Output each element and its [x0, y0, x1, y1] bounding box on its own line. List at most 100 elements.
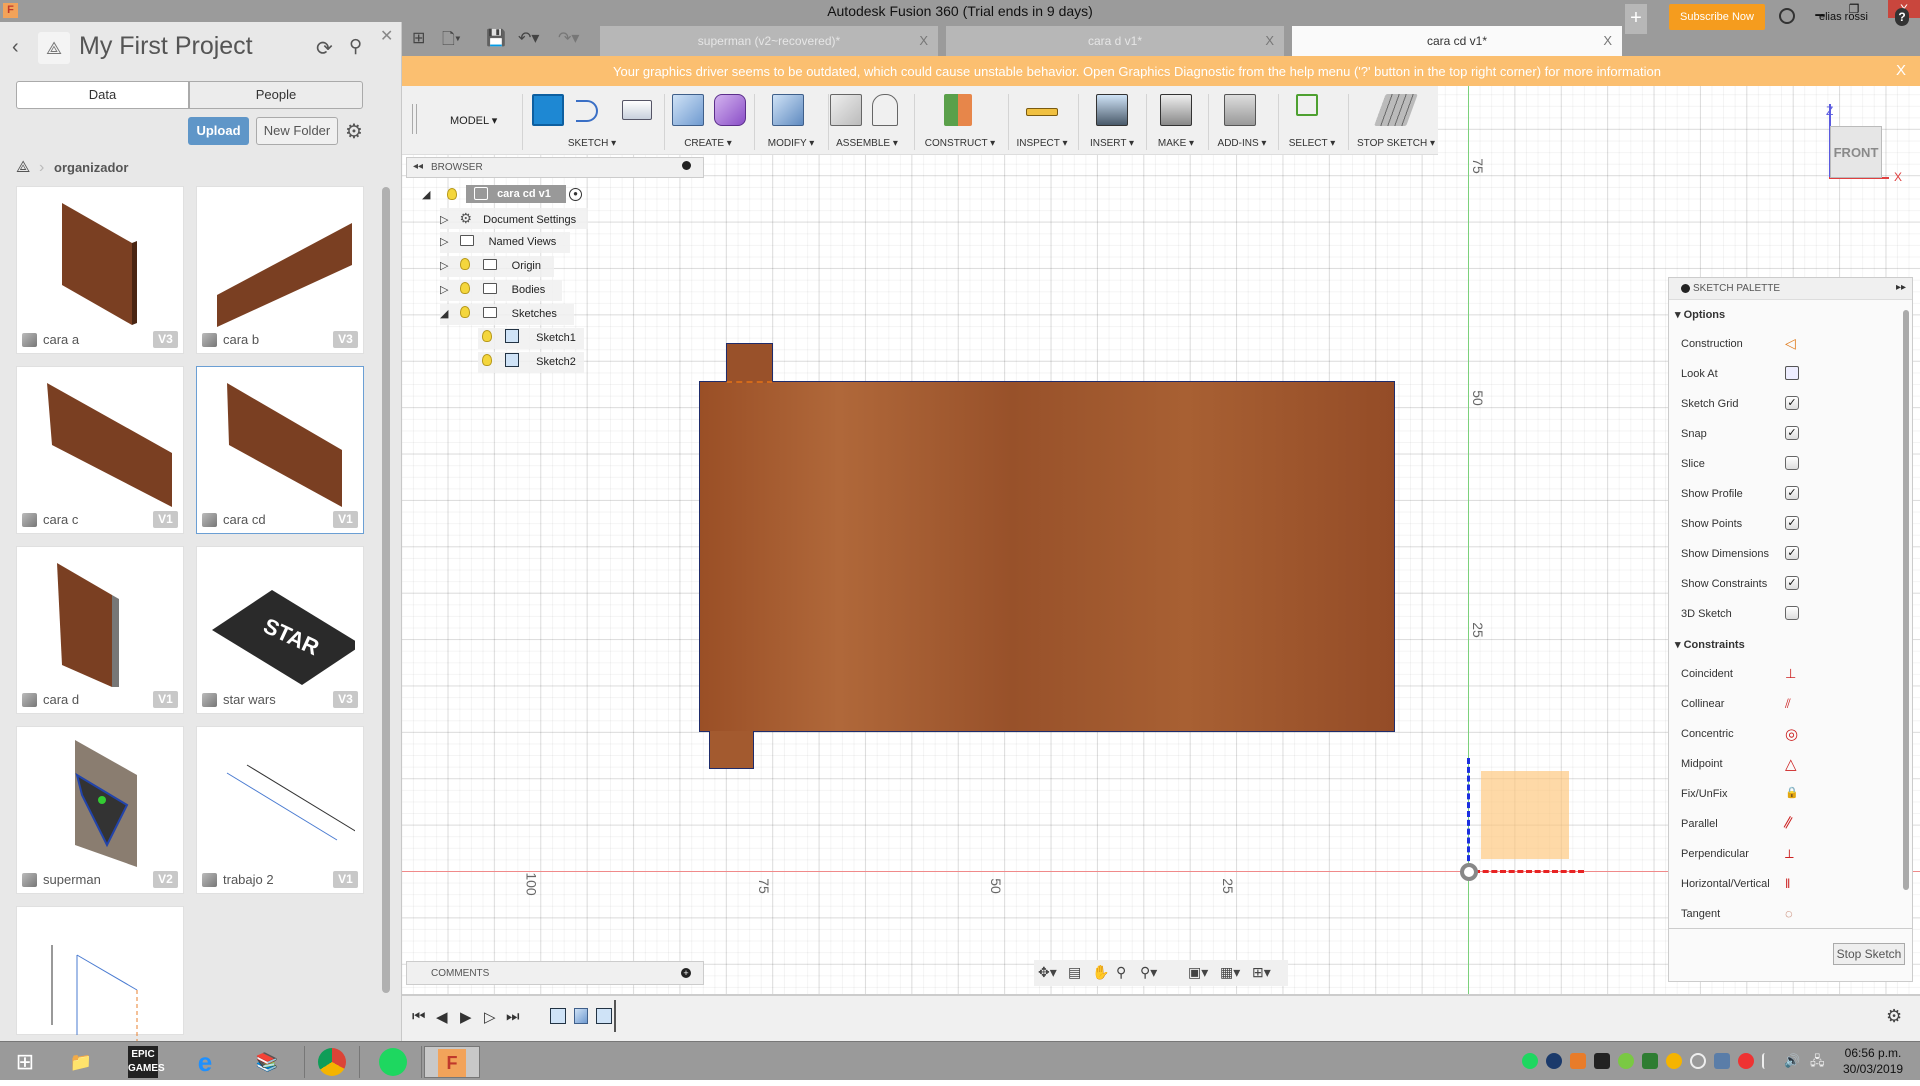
- doc-tab-active[interactable]: cara cd v1* X: [1292, 26, 1622, 56]
- show-profile-checkbox[interactable]: ✓: [1785, 486, 1799, 500]
- browser-item-named-views[interactable]: ▷ Named Views: [440, 232, 570, 253]
- browser-item-document-settings[interactable]: ▷ ⚙ Document Settings: [440, 208, 588, 229]
- add-comment-icon[interactable]: +: [681, 968, 691, 978]
- file-card[interactable]: cara c V1: [16, 366, 184, 534]
- expand-triangle-icon[interactable]: ▷: [440, 236, 448, 248]
- fit-icon[interactable]: ⚲▾: [1140, 964, 1157, 981]
- make-menu[interactable]: MAKE ▾: [1148, 138, 1204, 149]
- visibility-bulb-icon[interactable]: [482, 354, 492, 366]
- construct-menu[interactable]: CONSTRUCT ▾: [918, 138, 1002, 149]
- hub-icon[interactable]: ⟁: [38, 32, 70, 64]
- zoom-icon[interactable]: ⚲: [1116, 964, 1126, 981]
- create-form-icon[interactable]: [714, 94, 746, 126]
- browser-item-sketches[interactable]: ◢ Sketches: [440, 304, 574, 325]
- visibility-bulb-icon[interactable]: [459, 306, 470, 318]
- browser-item-origin[interactable]: ▷ Origin: [440, 256, 554, 277]
- slice-checkbox[interactable]: [1785, 456, 1799, 470]
- display-settings-icon[interactable]: ▣▾: [1188, 964, 1208, 981]
- play-icon[interactable]: ▶: [460, 1008, 472, 1026]
- epic-games-icon[interactable]: EPIC GAMES: [128, 1046, 165, 1078]
- sketch-origin-point[interactable]: [1460, 863, 1478, 881]
- file-card[interactable]: cara a V3: [16, 186, 184, 354]
- stop-sketch-icon[interactable]: [1374, 94, 1418, 126]
- parallel-icon[interactable]: ∥: [1782, 813, 1801, 832]
- tray-epic-icon[interactable]: [1594, 1053, 1610, 1069]
- close-banner-icon[interactable]: X: [1896, 62, 1906, 79]
- browser-item-sketch2[interactable]: Sketch2: [478, 352, 584, 373]
- assemble-menu[interactable]: ASSEMBLE ▾: [830, 138, 904, 149]
- show-dimensions-checkbox[interactable]: ✓: [1785, 546, 1799, 560]
- tray-volume-icon[interactable]: 🔊: [1784, 1053, 1800, 1069]
- step-back-icon[interactable]: ◀: [436, 1008, 448, 1026]
- workspace-switcher[interactable]: MODEL ▾: [450, 114, 497, 127]
- modify-menu[interactable]: MODIFY ▾: [756, 138, 826, 149]
- expand-triangle-icon[interactable]: ▷: [440, 260, 448, 272]
- horizontal-vertical-icon[interactable]: ‖: [1785, 876, 1799, 891]
- tangent-icon[interactable]: ◌: [1785, 906, 1799, 921]
- browser-item-bodies[interactable]: ▷ Bodies: [440, 280, 562, 301]
- lock-icon[interactable]: 🔒: [1785, 786, 1799, 800]
- stop-sketch-button[interactable]: Stop Sketch: [1833, 943, 1905, 965]
- offset-plane-icon[interactable]: [944, 94, 972, 126]
- subscribe-now-button[interactable]: Subscribe Now: [1669, 4, 1765, 30]
- wood-panel-profile[interactable]: [699, 381, 1395, 732]
- sketch-menu[interactable]: SKETCH ▾: [532, 138, 652, 149]
- close-tab-icon[interactable]: X: [1603, 26, 1612, 56]
- expand-triangle-icon[interactable]: ▷: [440, 284, 448, 296]
- insert-menu[interactable]: INSERT ▾: [1082, 138, 1142, 149]
- orbit-icon[interactable]: ✥▾: [1038, 964, 1057, 981]
- upload-button[interactable]: Upload: [188, 117, 249, 145]
- close-panel-icon[interactable]: ✕: [380, 26, 393, 46]
- look-at-icon[interactable]: [1785, 366, 1799, 380]
- collinear-icon[interactable]: ⫽: [1785, 696, 1799, 711]
- file-card-selected[interactable]: cara cd V1: [196, 366, 364, 534]
- close-tab-icon[interactable]: X: [919, 26, 928, 56]
- scripts-addins-icon[interactable]: [1224, 94, 1256, 126]
- file-card[interactable]: [16, 906, 184, 1047]
- tray-app-icon[interactable]: [1690, 1053, 1706, 1069]
- insert-canvas-icon[interactable]: [1096, 94, 1128, 126]
- visibility-bulb-icon[interactable]: [459, 282, 470, 294]
- doc-tab[interactable]: cara d v1* X: [946, 26, 1284, 56]
- tray-blocked-icon[interactable]: [1738, 1053, 1754, 1069]
- file-card[interactable]: superman V2: [16, 726, 184, 894]
- back-icon[interactable]: ‹: [12, 36, 19, 59]
- visibility-bulb-icon[interactable]: [447, 188, 457, 200]
- timeline-sketch-feature[interactable]: [596, 1008, 612, 1024]
- create-sketch-icon[interactable]: [532, 94, 564, 126]
- tray-java-icon[interactable]: [1570, 1053, 1586, 1069]
- view-cube[interactable]: FRONT: [1830, 126, 1882, 178]
- sketch-palette-header[interactable]: SKETCH PALETTE ▸▸: [1669, 278, 1912, 300]
- construction-icon[interactable]: ◁: [1785, 336, 1799, 350]
- timeline-extrude-feature[interactable]: [574, 1008, 588, 1024]
- select-menu[interactable]: SELECT ▾: [1280, 138, 1344, 149]
- data-panel-scrollbar[interactable]: [382, 187, 390, 993]
- file-explorer-icon[interactable]: 📁: [60, 1046, 102, 1078]
- file-menu-icon[interactable]: 🗋▾: [442, 28, 461, 55]
- go-to-start-icon[interactable]: ⏮: [412, 1008, 426, 1025]
- line-arc-icon[interactable]: [576, 100, 598, 122]
- visibility-bulb-icon[interactable]: [482, 330, 492, 342]
- bottom-tab-profile[interactable]: [709, 731, 754, 769]
- extrude-icon[interactable]: [672, 94, 704, 126]
- collapse-triangle-icon[interactable]: ◢: [422, 188, 430, 201]
- small-sketch-profile[interactable]: [1481, 771, 1569, 859]
- expand-triangle-icon[interactable]: ▷: [440, 214, 448, 226]
- new-folder-button[interactable]: New Folder: [256, 117, 338, 145]
- redo-icon[interactable]: ↷▾: [558, 28, 579, 48]
- breadcrumb-hub-icon[interactable]: ⟁: [16, 159, 30, 177]
- user-account[interactable]: elias rossi: [1819, 11, 1868, 23]
- grid-settings-icon[interactable]: ▦▾: [1220, 964, 1240, 981]
- browser-item-sketch1[interactable]: Sketch1: [478, 328, 584, 349]
- gear-icon[interactable]: ⚙: [345, 119, 363, 144]
- activate-component-radio[interactable]: ●: [569, 188, 582, 201]
- 3d-print-icon[interactable]: [1160, 94, 1192, 126]
- perpendicular-icon[interactable]: ⟂: [1785, 846, 1799, 861]
- look-at-icon[interactable]: ▤: [1068, 964, 1081, 981]
- step-forward-icon[interactable]: ▷: [484, 1008, 496, 1026]
- tray-clock[interactable]: 06:56 p.m. 30/03/2019: [1843, 1045, 1903, 1077]
- rectangle-icon[interactable]: [622, 100, 652, 120]
- browser-panel-header[interactable]: ◂◂ BROWSER: [406, 157, 704, 178]
- snap-checkbox[interactable]: ✓: [1785, 426, 1799, 440]
- inspect-menu[interactable]: INSPECT ▾: [1012, 138, 1072, 149]
